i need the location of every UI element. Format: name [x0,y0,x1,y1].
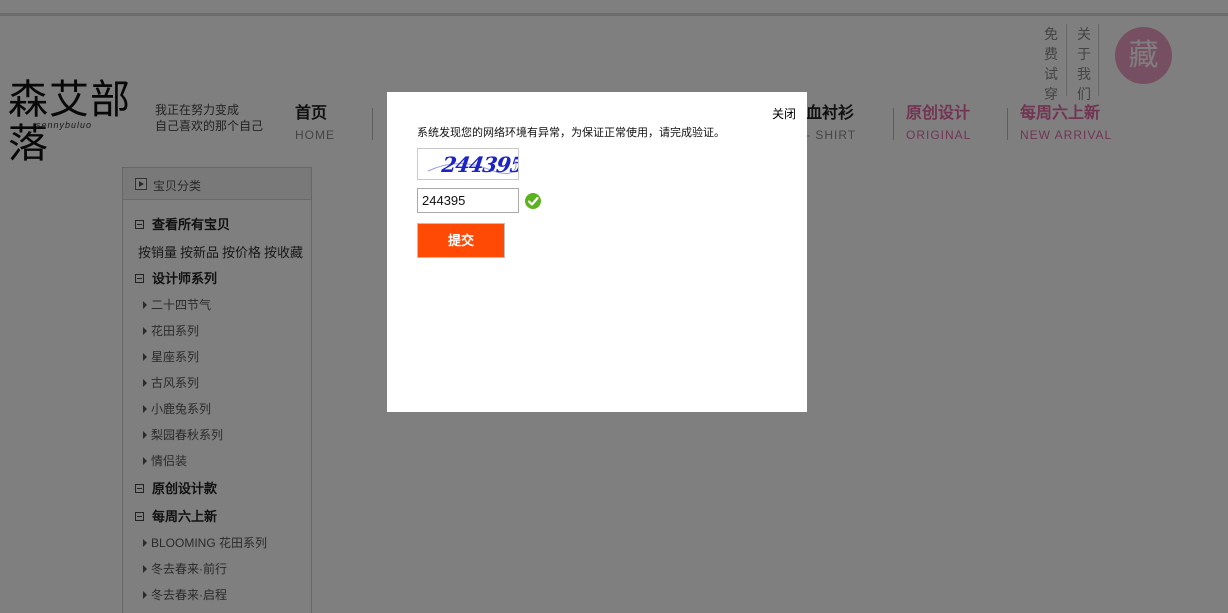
close-button[interactable]: 关闭 [772,105,796,122]
submit-button[interactable]: 提交 [417,223,505,258]
captcha-image[interactable]: 244395 [417,148,519,180]
captcha-text: 244395 [440,152,519,177]
verification-message: 系统发现您的网络环境有异常，为保证正常使用，请完成验证。 [417,127,725,139]
verification-dialog: 关闭 系统发现您的网络环境有异常，为保证正常使用，请完成验证。 244395 提… [387,92,807,412]
captcha-input[interactable] [417,188,519,213]
check-icon [525,193,541,209]
